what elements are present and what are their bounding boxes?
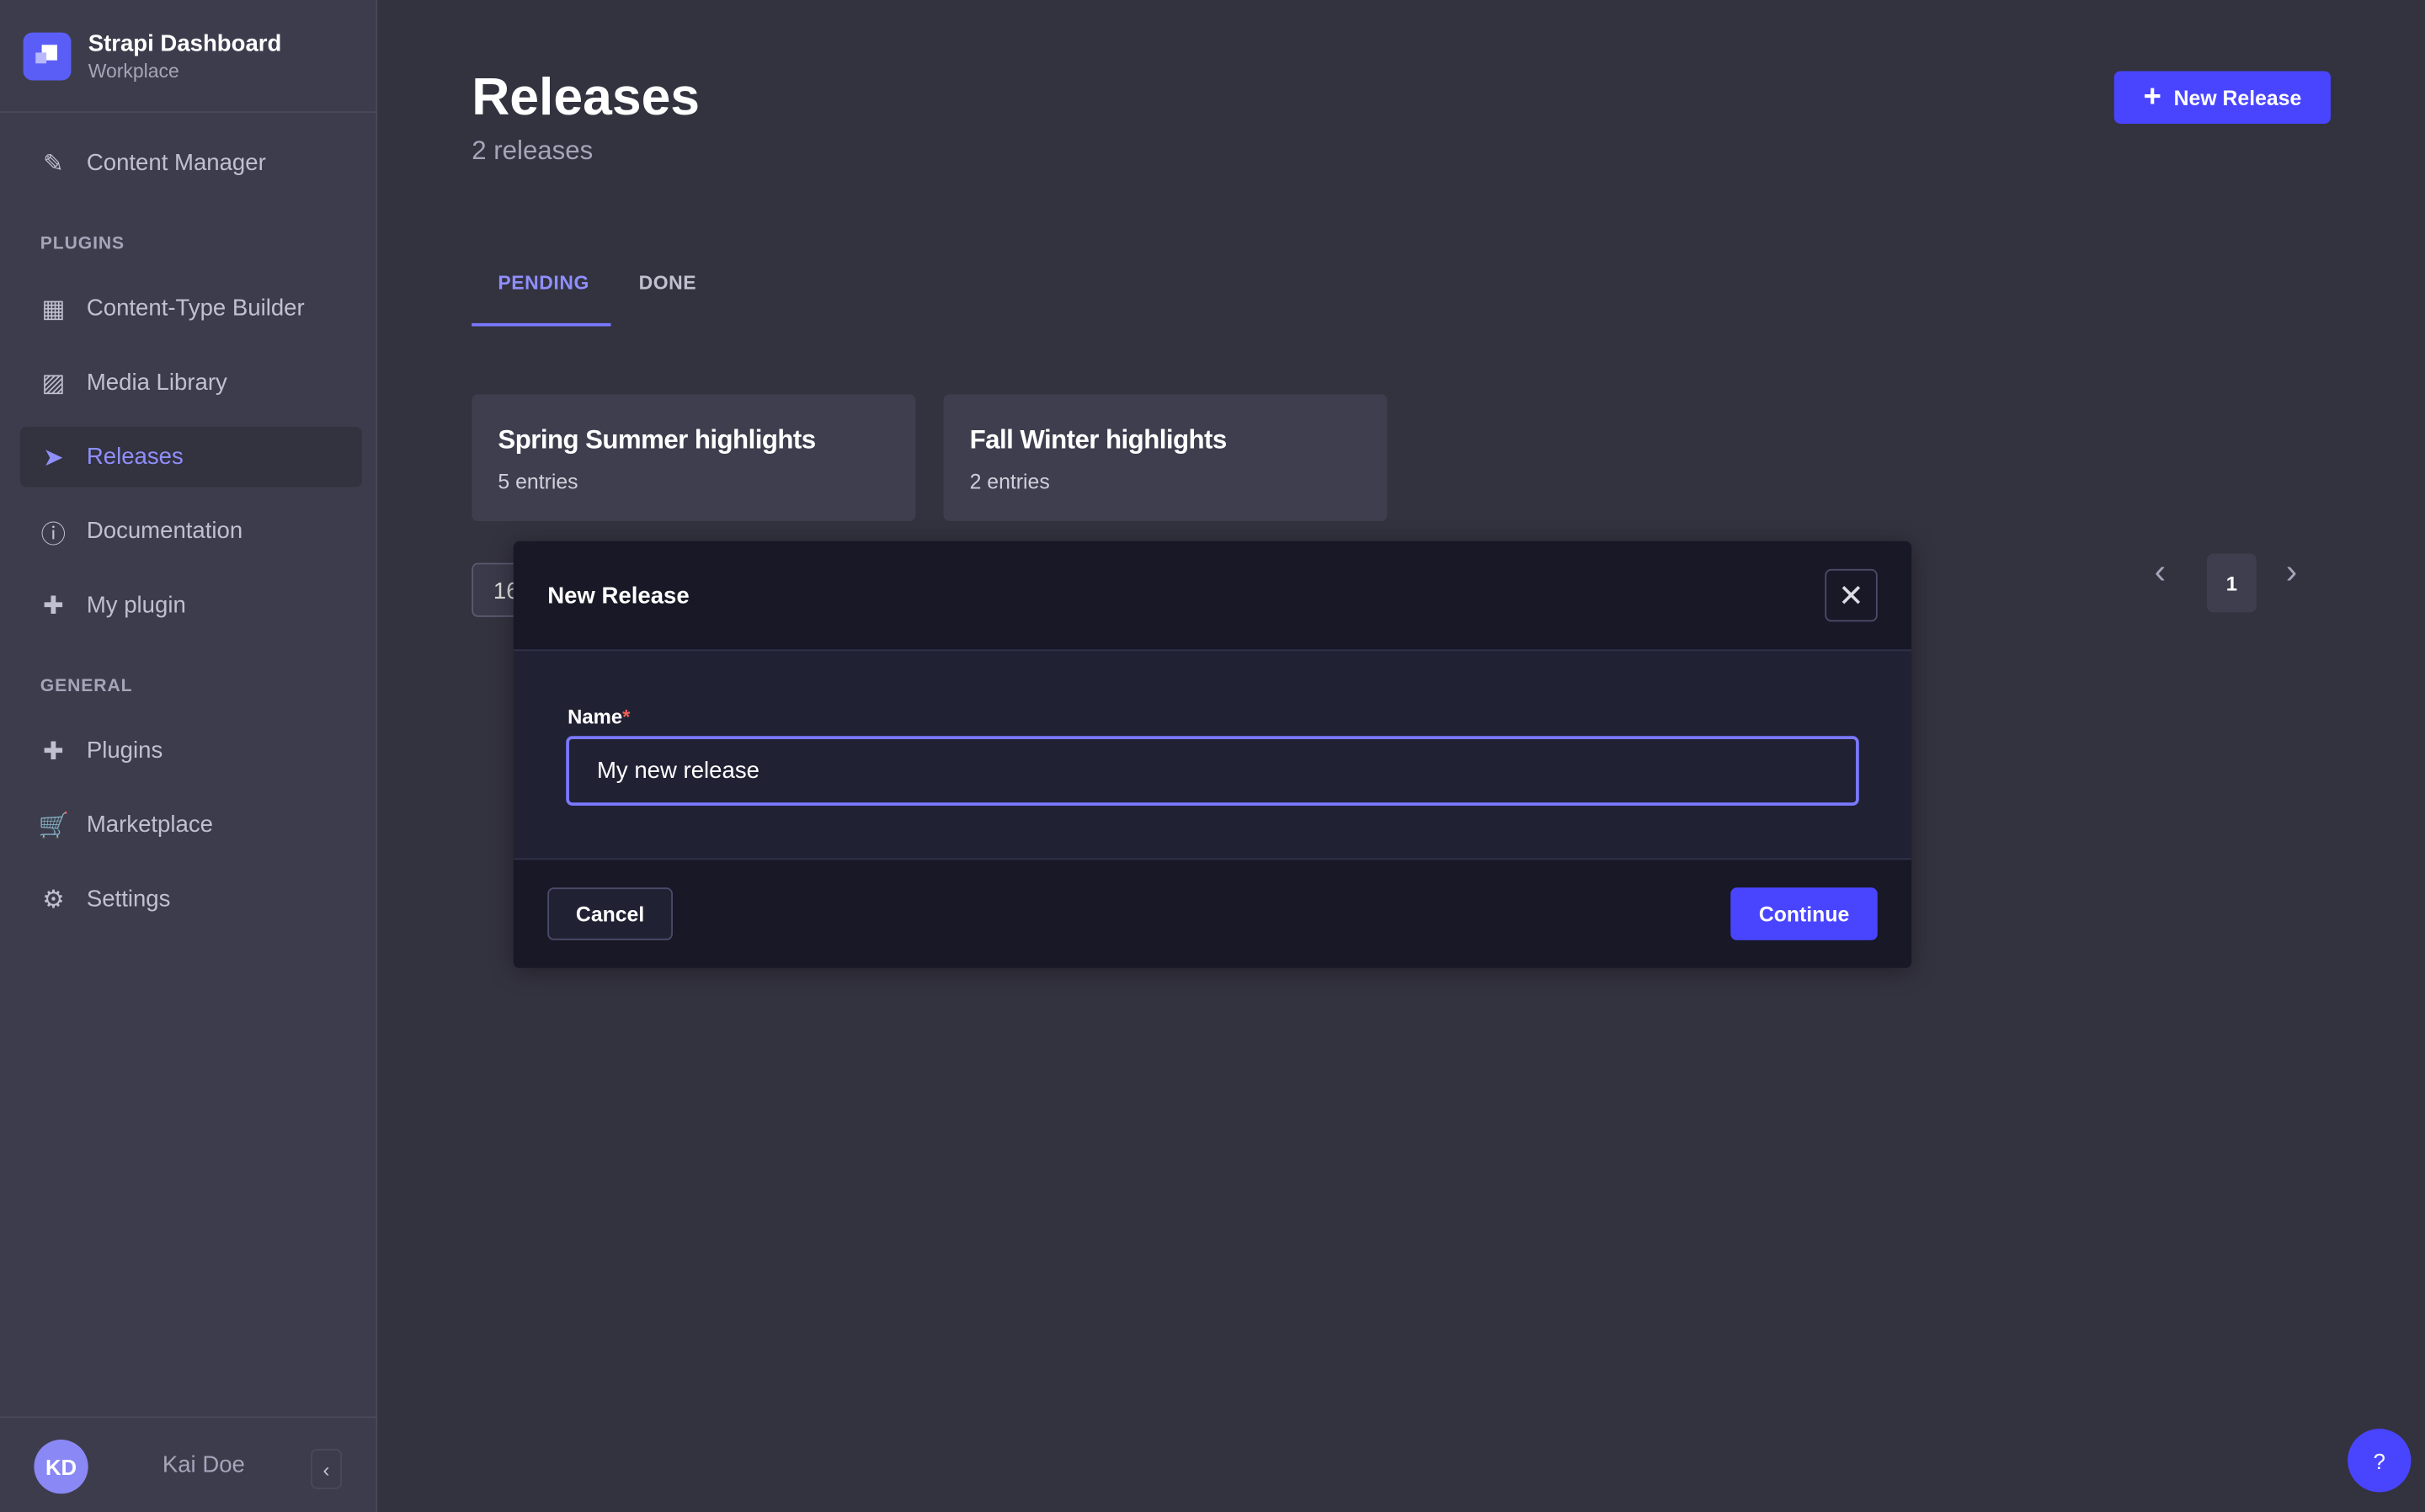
chevron-left-icon: ‹: [2154, 551, 2167, 591]
brand-subtitle: Workplace: [88, 59, 179, 82]
sidebar-item-label: Documentation: [86, 518, 243, 545]
avatar[interactable]: KD: [34, 1440, 88, 1494]
info-icon: ⓘ: [40, 521, 67, 549]
section-general: GENERAL: [40, 677, 133, 696]
new-release-dialog: New Release ✕ Name* Cancel Continue: [513, 540, 1912, 968]
tab-done[interactable]: DONE: [639, 272, 697, 294]
sidebar-item-releases[interactable]: ➤ Releases: [19, 426, 362, 487]
sidebar-item-plugins[interactable]: ✚ Plugins: [20, 721, 362, 781]
gear-icon: ⚙: [42, 886, 65, 913]
sidebar-footer: KD Kai Doe ‹: [0, 1416, 376, 1512]
continue-button[interactable]: Continue: [1730, 887, 1878, 940]
user-name[interactable]: Kai Doe: [163, 1452, 245, 1478]
chevron-left-icon: ‹: [322, 1457, 330, 1481]
name-label: Name*: [568, 705, 630, 729]
sidebar-item-content-type-builder[interactable]: ▦ Content-Type Builder: [20, 279, 362, 339]
sidebar-item-label: Releases: [86, 444, 184, 471]
sidebar-item-label: Media Library: [86, 369, 227, 397]
sidebar-item-content-manager[interactable]: ✎ Content Manager: [20, 133, 362, 194]
sidebar-item-label: Content Manager: [86, 150, 266, 177]
section-plugins: PLUGINS: [40, 235, 125, 254]
name-input[interactable]: [566, 736, 1859, 806]
dialog-title: New Release: [547, 583, 690, 610]
sidebar-item-my-plugin[interactable]: ✚ My plugin: [20, 575, 362, 636]
dialog-header: New Release ✕: [513, 540, 1912, 652]
page-title: Releases: [472, 67, 701, 127]
chevron-right-icon: ›: [2285, 551, 2298, 591]
sidebar: Strapi Dashboard Workplace ✎ Content Mana…: [0, 0, 378, 1512]
cancel-button[interactable]: Cancel: [547, 887, 673, 940]
release-name: Spring Summer highlights: [498, 425, 816, 455]
strapi-logo-icon: [23, 31, 72, 80]
page-1-button[interactable]: 1: [2207, 553, 2257, 613]
sidebar-item-label: Settings: [86, 886, 171, 913]
puzzle-icon: ✚: [43, 593, 64, 620]
release-count: 2 releases: [472, 136, 594, 166]
release-card[interactable]: Fall Winter highlights 2 entries: [943, 394, 1388, 521]
brand-title: Strapi Dashboard: [88, 29, 282, 57]
sidebar-item-documentation[interactable]: ⓘ Documentation: [20, 501, 362, 562]
help-button[interactable]: ?: [2348, 1429, 2412, 1493]
puzzle-icon: ✚: [43, 738, 64, 765]
release-name: Fall Winter highlights: [969, 425, 1228, 455]
sidebar-item-marketplace[interactable]: 🛒 Marketplace: [20, 795, 362, 855]
sidebar-item-media-library[interactable]: ▨ Media Library: [20, 353, 362, 413]
plus-icon: +: [2143, 80, 2161, 114]
images-icon: ▨: [41, 370, 66, 397]
next-page-button[interactable]: ›: [2286, 552, 2297, 593]
dialog-footer: Cancel Continue: [513, 858, 1912, 968]
release-entries: 2 entries: [969, 470, 1050, 493]
sidebar-item-label: Plugins: [86, 737, 163, 764]
cart-icon: 🛒: [38, 812, 70, 839]
required-mark: *: [622, 705, 631, 729]
release-card[interactable]: Spring Summer highlights 5 entries: [472, 394, 916, 521]
name-label-text: Name: [568, 705, 623, 729]
release-entries: 5 entries: [498, 470, 578, 493]
layout-icon: ▦: [41, 295, 66, 322]
new-release-button[interactable]: + New Release: [2113, 71, 2331, 124]
close-icon: ✕: [1838, 578, 1864, 614]
sidebar-item-label: Marketplace: [86, 812, 213, 839]
sidebar-item-label: My plugin: [86, 592, 186, 619]
paper-plane-icon: ➤: [43, 445, 64, 471]
brand: Strapi Dashboard Workplace: [0, 0, 376, 114]
close-dialog-button[interactable]: ✕: [1825, 568, 1878, 622]
feather-icon: ✎: [43, 151, 64, 178]
collapse-sidebar-button[interactable]: ‹: [311, 1449, 342, 1489]
new-release-label: New Release: [2173, 85, 2302, 109]
tab-pending[interactable]: PENDING: [498, 272, 589, 294]
active-tab-indicator: [472, 322, 611, 327]
sidebar-item-settings[interactable]: ⚙ Settings: [20, 869, 362, 929]
previous-page-button[interactable]: ‹: [2155, 552, 2166, 593]
sidebar-item-label: Content-Type Builder: [86, 295, 305, 322]
